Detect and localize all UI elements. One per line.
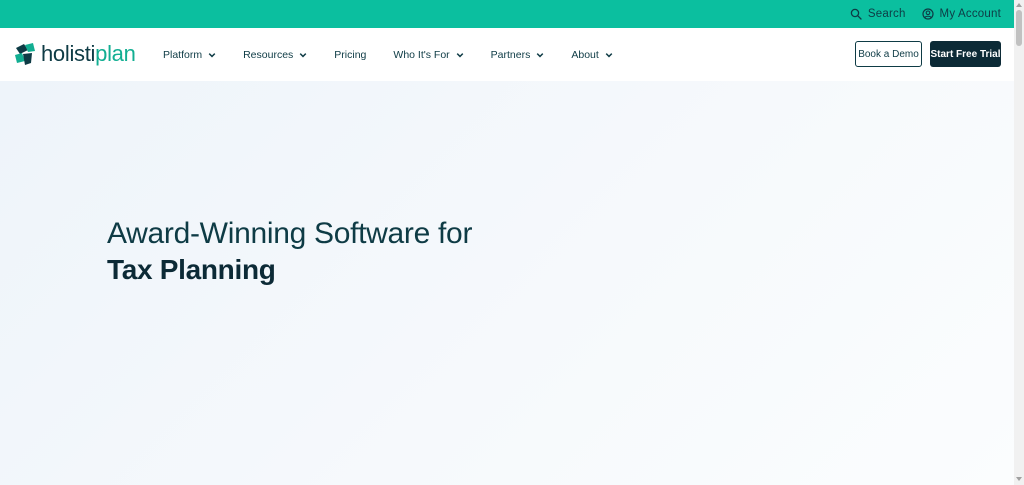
nav-label-about: About (571, 48, 599, 61)
search-label: Search (867, 8, 906, 20)
logo-text-plan: plan (95, 41, 136, 66)
book-demo-button[interactable]: Book a Demo (855, 41, 922, 67)
logo-link[interactable]: holistiplan (13, 41, 136, 67)
user-circle-icon (921, 8, 934, 20)
scroll-down-arrow-icon[interactable] (1016, 477, 1022, 481)
logo-wordmark: holistiplan (41, 41, 136, 67)
utility-bar: Search My Account (0, 0, 1014, 28)
search-icon (850, 8, 862, 20)
nav-label-who-its-for: Who It's For (393, 48, 450, 61)
search-link[interactable]: Search (850, 8, 906, 20)
nav-item-pricing[interactable]: Pricing (334, 49, 366, 61)
chevron-down-icon (537, 52, 544, 57)
vertical-scrollbar[interactable] (1014, 0, 1024, 485)
nav-menu: Platform Resources Pricing Who It's For … (163, 28, 613, 81)
chevron-down-icon (456, 52, 464, 57)
scrollbar-thumb[interactable] (1016, 10, 1022, 46)
nav-item-who-its-for[interactable]: Who It's For (393, 48, 464, 61)
nav-item-partners[interactable]: Partners (491, 49, 545, 61)
holistiplan-logo-mark-icon (15, 43, 35, 65)
logo-text-holisti: holisti (41, 41, 96, 66)
chevron-down-icon (605, 52, 613, 57)
my-account-link[interactable]: My Account (921, 8, 1001, 20)
nav-label-pricing: Pricing (334, 48, 367, 61)
hero-section: Award-Winning Software for Tax Planning (0, 81, 1014, 485)
chevron-down-icon (299, 52, 307, 57)
nav-label-resources: Resources (243, 48, 294, 61)
start-free-trial-button[interactable]: Start Free Trial (930, 41, 1001, 67)
nav-item-about[interactable]: About (571, 48, 613, 61)
scroll-up-arrow-icon[interactable] (1016, 3, 1022, 7)
nav-label-partners: Partners (490, 48, 531, 61)
chevron-down-icon (208, 52, 216, 57)
hero-heading-line1: Award-Winning Software for (107, 217, 473, 250)
my-account-label: My Account (939, 8, 1001, 20)
nav-item-platform[interactable]: Platform (163, 49, 216, 61)
nav-label-platform: Platform (163, 48, 203, 61)
main-navigation: holistiplan Platform Resources Pricing W… (0, 28, 1014, 81)
hero-heading-line2: Tax Planning (107, 254, 276, 285)
nav-item-resources[interactable]: Resources (243, 49, 307, 61)
